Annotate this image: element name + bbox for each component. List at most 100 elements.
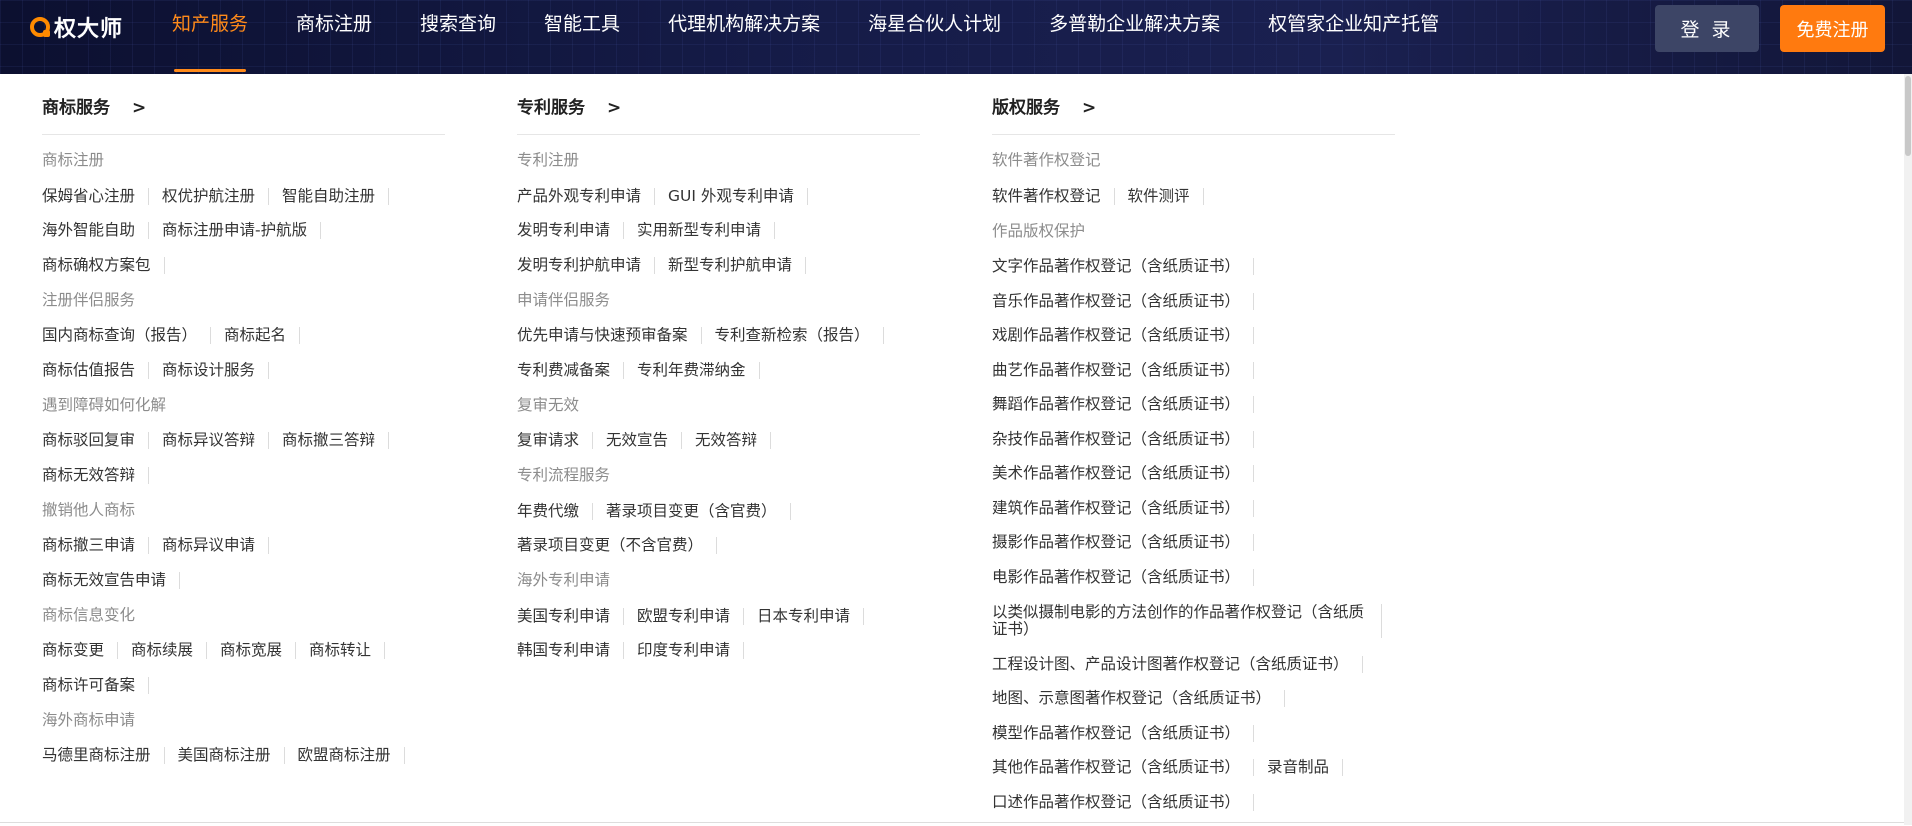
menu-link[interactable]: 美术作品著作权登记（含纸质证书） xyxy=(992,465,1255,482)
menu-link[interactable]: 商标变更 xyxy=(42,642,119,659)
menu-link[interactable]: 韩国专利申请 xyxy=(517,642,625,659)
menu-link[interactable]: 实用新型专利申请 xyxy=(637,222,776,239)
menu-link[interactable]: 地图、示意图著作权登记（含纸质证书） xyxy=(992,690,1286,707)
menu-link[interactable]: 曲艺作品著作权登记（含纸质证书） xyxy=(992,361,1255,379)
link-row: 商标确权方案包 xyxy=(42,254,445,276)
menu-link[interactable]: 保姆省心注册 xyxy=(42,187,150,205)
nav-item-agency-solutions[interactable]: 代理机构解决方案 xyxy=(656,0,832,74)
menu-link[interactable]: 欧盟专利申请 xyxy=(637,607,745,625)
nav-item-search[interactable]: 搜索查询 xyxy=(408,0,508,74)
menu-link[interactable]: 专利年费滞纳金 xyxy=(637,361,760,379)
menu-link[interactable]: 电影作品著作权登记（含纸质证书） xyxy=(992,568,1255,586)
menu-link[interactable]: 美国商标注册 xyxy=(178,747,285,764)
menu-link[interactable]: 专利查新检索（报告） xyxy=(715,327,884,344)
menu-link[interactable]: 产品外观专利申请 xyxy=(517,187,656,205)
menu-link[interactable]: 摄影作品著作权登记（含纸质证书） xyxy=(992,534,1255,551)
menu-link[interactable]: 商标驳回复审 xyxy=(42,432,150,449)
group-title: 专利注册 xyxy=(517,151,580,169)
menu-link[interactable]: 商标无效答辩 xyxy=(42,466,150,484)
menu-link[interactable]: 智能自助注册 xyxy=(282,187,390,205)
menu-link[interactable]: 其他作品著作权登记（含纸质证书） xyxy=(992,759,1255,776)
menu-link[interactable]: 商标起名 xyxy=(224,327,301,344)
chevron-right-icon: > xyxy=(607,98,622,118)
menu-link[interactable]: 商标转让 xyxy=(309,642,386,659)
link-row: 国内商标查询（报告） 商标起名 xyxy=(42,325,445,347)
group-title: 复审无效 xyxy=(517,395,580,414)
menu-link[interactable]: 口述作品著作权登记（含纸质证书） xyxy=(992,793,1255,811)
menu-link[interactable]: 以类似摄制电影的方法创作的作品著作权登记（含纸质证书） xyxy=(992,603,1382,638)
link-row: 口述作品著作权登记（含纸质证书） xyxy=(992,791,1395,813)
menu-link[interactable]: 商标确权方案包 xyxy=(42,256,165,274)
link-row: 优先申请与快速预审备案 专利查新检索（报告） xyxy=(517,325,920,347)
menu-link[interactable]: 商标异议申请 xyxy=(162,537,270,554)
menu-link[interactable]: 权优护航注册 xyxy=(162,187,270,205)
register-button[interactable]: 免费注册 xyxy=(1780,5,1885,52)
login-button[interactable]: 登 录 xyxy=(1655,5,1759,52)
column-title: 商标服务 xyxy=(42,98,110,118)
nav-item-smart-tools[interactable]: 智能工具 xyxy=(532,0,632,74)
menu-link[interactable]: 海外智能自助 xyxy=(42,222,150,239)
menu-link[interactable]: 马德里商标注册 xyxy=(42,747,165,764)
menu-link[interactable]: 模型作品著作权登记（含纸质证书） xyxy=(992,724,1255,742)
group-title: 商标信息变化 xyxy=(42,605,136,624)
logo-icon xyxy=(30,17,50,37)
column-header[interactable]: 版权服务 > xyxy=(992,94,1395,135)
menu-link[interactable]: GUI 外观专利申请 xyxy=(668,187,808,205)
menu-link[interactable]: 商标撤三答辩 xyxy=(282,432,390,449)
menu-link[interactable]: 录音制品 xyxy=(1267,759,1344,776)
menu-link[interactable]: 建筑作品著作权登记（含纸质证书） xyxy=(992,499,1255,517)
link-row: 发明专利护航申请 新型专利护航申请 xyxy=(517,254,920,276)
menu-link[interactable]: 商标许可备案 xyxy=(42,676,150,694)
menu-link[interactable]: 无效答辩 xyxy=(695,432,772,449)
menu-link[interactable]: 商标估值报告 xyxy=(42,361,150,379)
group-title: 海外专利申请 xyxy=(517,571,611,589)
menu-link[interactable]: 软件著作权登记 xyxy=(992,187,1115,205)
link-row: 著录项目变更（不含官费） xyxy=(517,535,920,557)
column-title: 版权服务 xyxy=(992,98,1060,118)
link-row: 产品外观专利申请 GUI 外观专利申请 xyxy=(517,185,920,207)
menu-link[interactable]: 欧盟商标注册 xyxy=(298,747,405,764)
menu-link[interactable]: 国内商标查询（报告） xyxy=(42,327,212,344)
menu-link[interactable]: 商标异议答辩 xyxy=(162,432,270,449)
menu-link[interactable]: 复审请求 xyxy=(517,432,594,449)
menu-link[interactable]: 商标设计服务 xyxy=(162,361,270,379)
menu-link[interactable]: 优先申请与快速预审备案 xyxy=(517,327,702,344)
nav-item-enterprise-solutions[interactable]: 多普勒企业解决方案 xyxy=(1037,0,1232,74)
column-header[interactable]: 商标服务 > xyxy=(42,94,445,135)
menu-link[interactable]: 文字作品著作权登记（含纸质证书） xyxy=(992,258,1255,275)
link-row: 商标驳回复审 商标异议答辩 商标撤三答辩 xyxy=(42,430,445,452)
menu-link[interactable]: 发明专利护航申请 xyxy=(517,256,656,274)
menu-link[interactable]: 专利费减备案 xyxy=(517,361,625,379)
menu-link[interactable]: 著录项目变更（不含官费） xyxy=(517,537,718,554)
logo[interactable]: 权大师 xyxy=(30,12,123,42)
menu-link[interactable]: 新型专利护航申请 xyxy=(668,256,807,274)
menu-link[interactable]: 印度专利申请 xyxy=(637,642,745,659)
menu-link[interactable]: 著录项目变更（含官费） xyxy=(606,502,791,520)
menu-link[interactable]: 商标宽展 xyxy=(220,642,297,659)
link-row: 曲艺作品著作权登记（含纸质证书） xyxy=(992,359,1395,381)
menu-link[interactable]: 商标续展 xyxy=(131,642,208,659)
menu-link[interactable]: 音乐作品著作权登记（含纸质证书） xyxy=(992,292,1255,310)
menu-link[interactable]: 发明专利申请 xyxy=(517,222,625,239)
menu-link[interactable]: 年费代缴 xyxy=(517,502,594,520)
nav-item-trademark-registration[interactable]: 商标注册 xyxy=(284,0,384,74)
menu-link[interactable]: 日本专利申请 xyxy=(757,607,865,625)
divider xyxy=(0,822,1904,823)
menu-link[interactable]: 工程设计图、产品设计图著作权登记（含纸质证书） xyxy=(992,655,1363,673)
menu-link[interactable]: 美国专利申请 xyxy=(517,607,625,625)
menu-link[interactable]: 商标无效宣告申请 xyxy=(42,571,181,589)
menu-link[interactable]: 杂技作品著作权登记（含纸质证书） xyxy=(992,430,1255,448)
menu-column: 商标服务 > 商标注册 保姆省心注册 权优护航注册 智能自助注册 海外智能自助 商标注册申请-… xyxy=(42,94,445,779)
nav-item-partner-program[interactable]: 海星合伙人计划 xyxy=(856,0,1013,74)
menu-link[interactable]: 舞蹈作品著作权登记（含纸质证书） xyxy=(992,396,1255,413)
nav-item-ip-management[interactable]: 权管家企业知产托管 xyxy=(1256,0,1451,74)
menu-link[interactable]: 戏剧作品著作权登记（含纸质证书） xyxy=(992,327,1255,344)
menu-link[interactable]: 软件测评 xyxy=(1128,187,1204,205)
scrollbar[interactable] xyxy=(1904,74,1912,825)
nav-item-ip-services[interactable]: 知产服务 xyxy=(160,0,260,74)
menu-link[interactable]: 商标撤三申请 xyxy=(42,537,150,554)
scrollbar-thumb[interactable] xyxy=(1905,76,1911,156)
menu-link[interactable]: 商标注册申请-护航版 xyxy=(162,222,322,239)
column-header[interactable]: 专利服务 > xyxy=(517,94,920,135)
menu-link[interactable]: 无效宣告 xyxy=(606,432,683,449)
